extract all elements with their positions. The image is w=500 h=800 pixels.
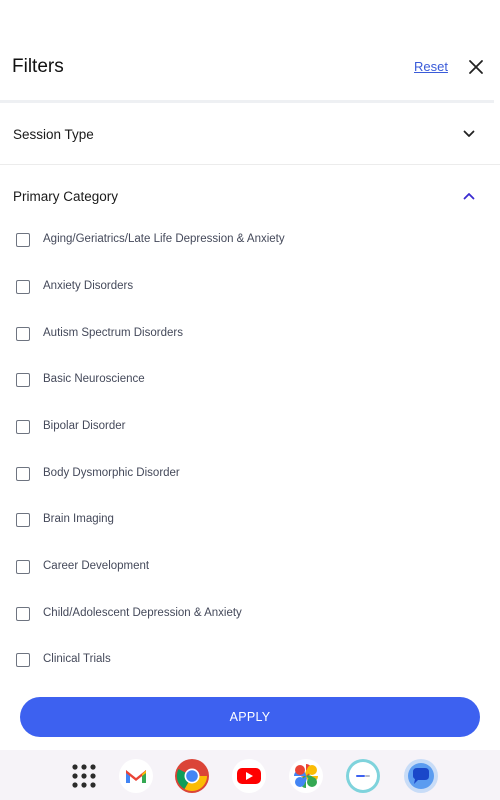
messages-icon[interactable] <box>403 758 439 794</box>
category-checkbox-item[interactable]: Brain Imaging <box>0 497 500 543</box>
filters-header: Filters Reset <box>0 0 500 102</box>
category-checkbox-item[interactable]: Basic Neuroscience <box>0 357 500 403</box>
category-checkbox-item[interactable]: Aging/Geriatrics/Late Life Depression & … <box>0 217 500 263</box>
checkbox[interactable] <box>16 607 30 621</box>
app-dock <box>0 750 500 800</box>
chrome-icon[interactable] <box>174 758 210 794</box>
category-checkbox-item[interactable]: Anxiety Disorders <box>0 264 500 310</box>
chevron-down-icon <box>463 130 475 137</box>
checkbox[interactable] <box>16 467 30 481</box>
category-label: Aging/Geriatrics/Late Life Depression & … <box>43 233 285 245</box>
page-title: Filters <box>12 56 64 77</box>
category-checkbox-item[interactable]: Career Development <box>0 544 500 590</box>
chevron-up-icon <box>463 193 475 200</box>
category-checkbox-item[interactable]: Autism Spectrum Disorders <box>0 311 500 357</box>
category-label: Brain Imaging <box>43 513 114 525</box>
checkbox[interactable] <box>16 373 30 387</box>
category-label: Anxiety Disorders <box>43 280 134 292</box>
category-checkbox-item[interactable]: Clinical Trials <box>0 637 500 683</box>
reset-link[interactable]: Reset <box>414 59 448 74</box>
checkbox[interactable] <box>16 420 30 434</box>
checkbox[interactable] <box>16 280 30 294</box>
category-checkbox-item[interactable]: Child/Adolescent Depression & Anxiety <box>0 591 500 637</box>
category-checkbox-item[interactable]: Bipolar Disorder <box>0 404 500 450</box>
category-label: Clinical Trials <box>43 653 111 665</box>
checkbox[interactable] <box>16 513 30 527</box>
app-icon[interactable] <box>345 758 381 794</box>
category-label: Child/Adolescent Depression & Anxiety <box>43 607 242 619</box>
primary-category-label: Primary Category <box>13 189 119 204</box>
checkbox[interactable] <box>16 327 30 341</box>
apply-button[interactable]: APPLY <box>20 697 480 737</box>
session-type-section[interactable]: Session Type <box>0 103 500 165</box>
category-label: Body Dysmorphic Disorder <box>43 467 180 479</box>
close-icon[interactable] <box>466 57 486 77</box>
session-type-label: Session Type <box>13 127 94 142</box>
category-label: Bipolar Disorder <box>43 420 126 432</box>
category-label: Basic Neuroscience <box>43 373 145 385</box>
youtube-icon[interactable] <box>231 758 267 794</box>
gmail-icon[interactable] <box>118 758 154 794</box>
app-drawer-icon[interactable] <box>66 758 102 794</box>
checkbox[interactable] <box>16 560 30 574</box>
category-checkbox-item[interactable]: Body Dysmorphic Disorder <box>0 451 500 497</box>
checkbox[interactable] <box>16 653 30 667</box>
checkbox[interactable] <box>16 233 30 247</box>
category-label: Autism Spectrum Disorders <box>43 327 183 339</box>
category-label: Career Development <box>43 560 150 572</box>
photos-icon[interactable] <box>288 758 324 794</box>
